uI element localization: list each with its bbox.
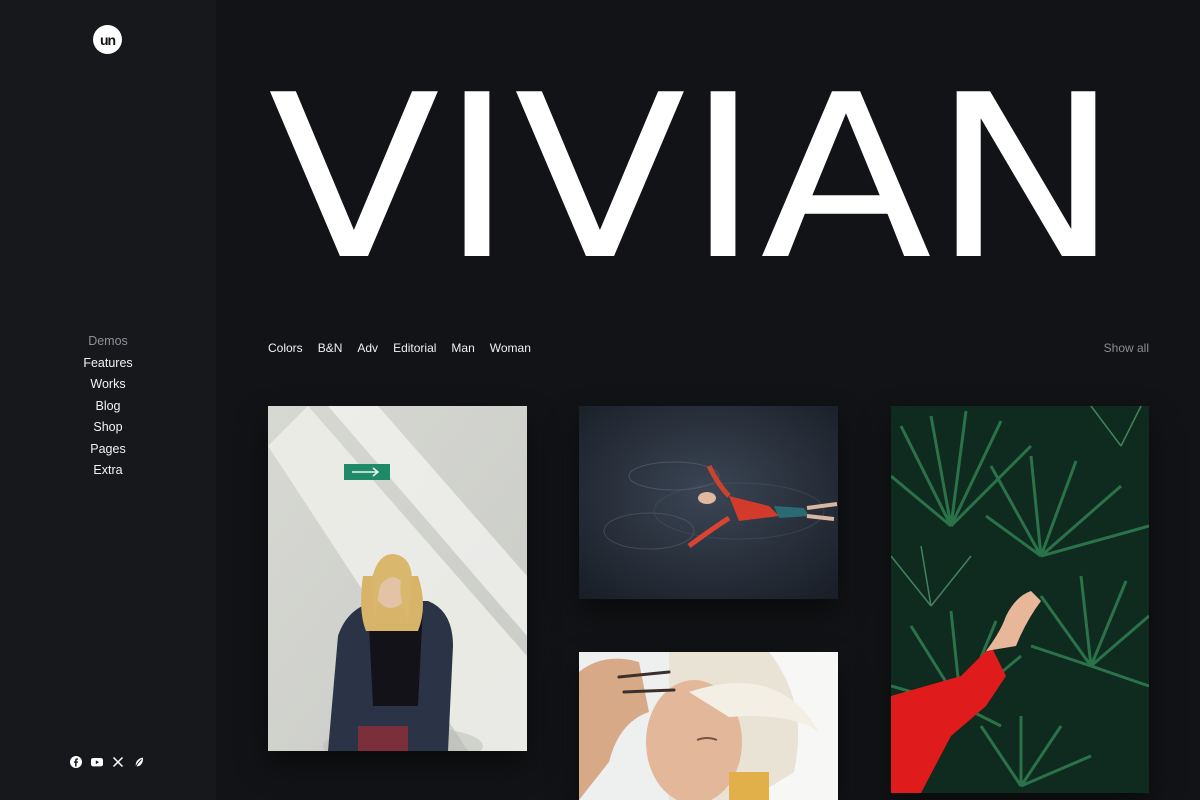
brand-logo[interactable]: un <box>93 25 122 54</box>
sidebar-item-blog[interactable]: Blog <box>0 396 216 418</box>
x-icon[interactable] <box>112 756 124 768</box>
filter-tabs: Colors B&N Adv Editorial Man Woman <box>268 341 531 355</box>
filter-editorial[interactable]: Editorial <box>393 341 436 355</box>
sidebar-item-extra[interactable]: Extra <box>0 460 216 482</box>
sidebar-nav: Demos Features Works Blog Shop Pages Ext… <box>0 331 216 482</box>
photo-woman-floating-water[interactable] <box>579 406 838 599</box>
hero-title: VIVIAN <box>268 47 1120 310</box>
leaf-icon[interactable] <box>133 756 145 768</box>
filter-man[interactable]: Man <box>451 341 474 355</box>
sidebar-item-works[interactable]: Works <box>0 374 216 396</box>
sidebar-item-pages[interactable]: Pages <box>0 439 216 461</box>
facebook-icon[interactable] <box>70 756 82 768</box>
show-all-link[interactable]: Show all <box>1104 341 1149 355</box>
photo-palm-leaves-red-sleeve[interactable] <box>891 406 1149 793</box>
social-links <box>70 756 145 768</box>
photo-woman-jacket-wall[interactable] <box>268 406 527 751</box>
sidebar-item-features[interactable]: Features <box>0 353 216 375</box>
filter-colors[interactable]: Colors <box>268 341 303 355</box>
photo-blonde-portrait[interactable] <box>579 652 838 800</box>
filter-adv[interactable]: Adv <box>357 341 378 355</box>
filter-bn[interactable]: B&N <box>318 341 343 355</box>
sidebar-item-shop[interactable]: Shop <box>0 417 216 439</box>
sidebar: un Demos Features Works Blog Shop Pages … <box>0 0 216 800</box>
filter-woman[interactable]: Woman <box>490 341 531 355</box>
sidebar-item-demos[interactable]: Demos <box>0 331 216 353</box>
youtube-icon[interactable] <box>91 756 103 768</box>
